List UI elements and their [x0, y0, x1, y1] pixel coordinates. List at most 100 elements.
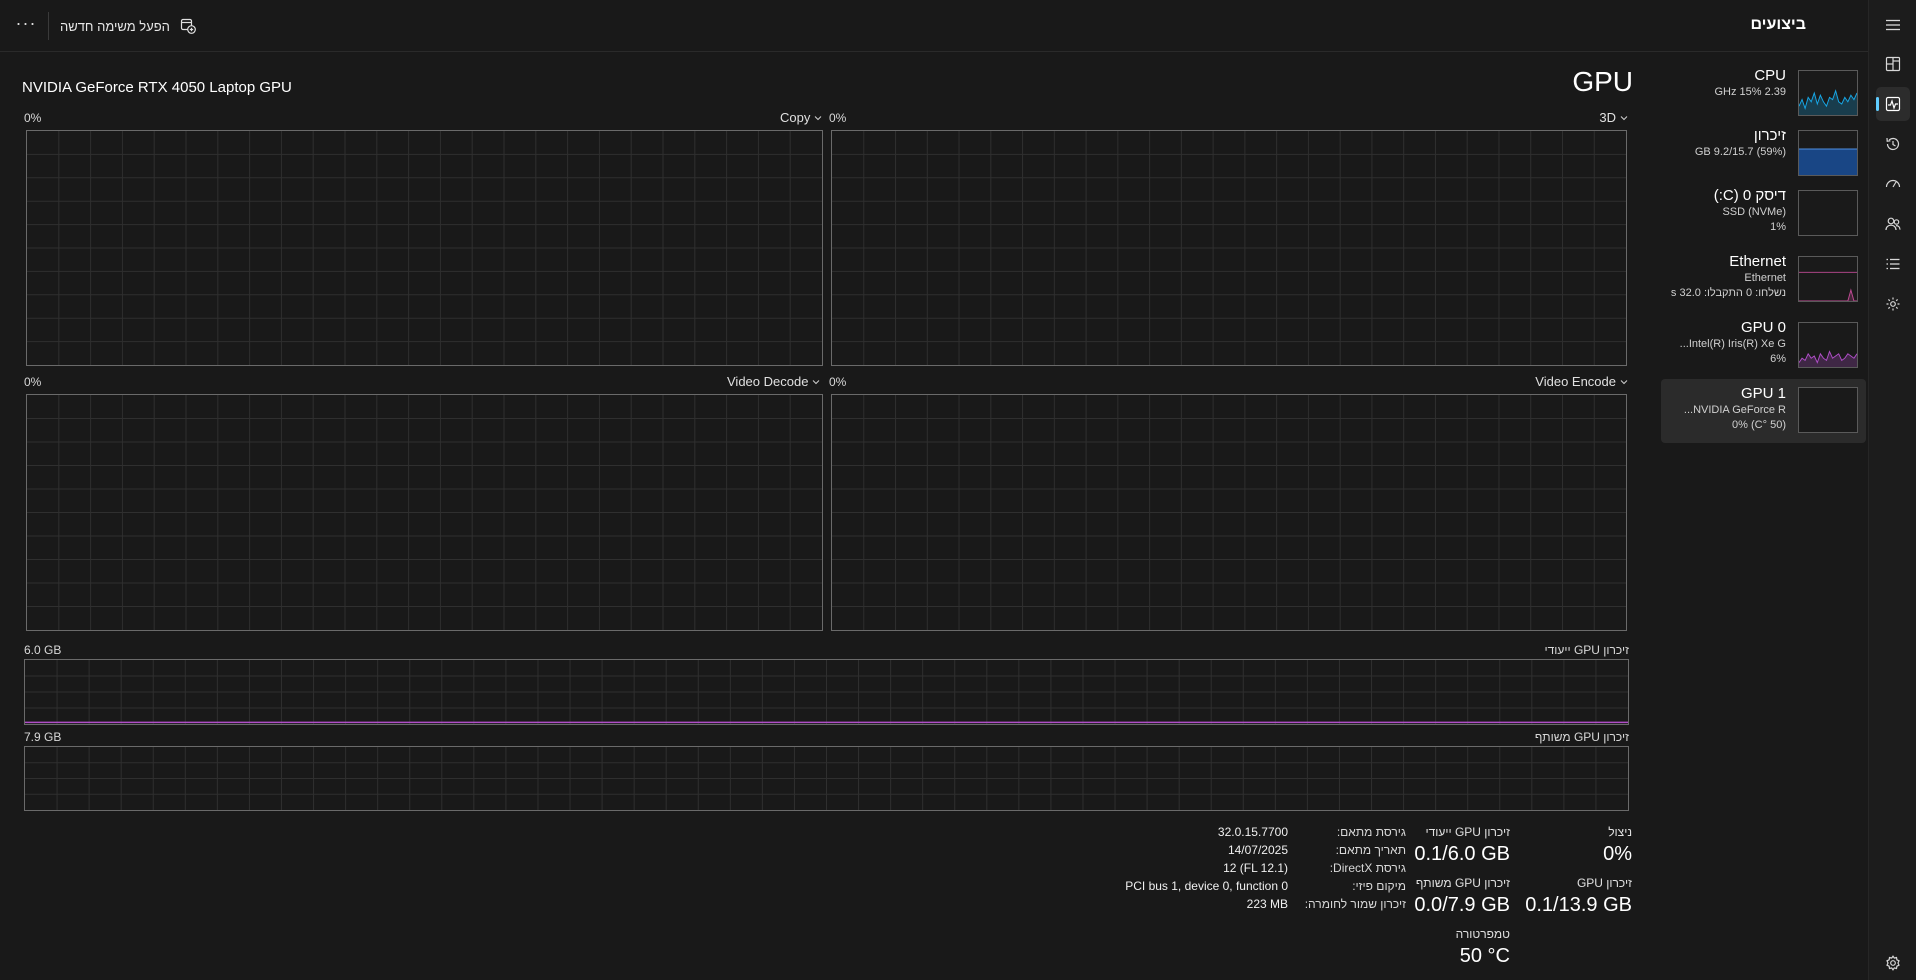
dedicated-memory-label: זיכרון GPU ייעודי	[1425, 825, 1511, 839]
gpu-memory-label: זיכרון GPU	[1576, 876, 1632, 890]
driver-date-label: תאריך מתאם:	[1335, 843, 1406, 857]
hardware-reserved-memory-label: זיכרון שמור לחומרה:	[1304, 897, 1406, 911]
run-new-task-button[interactable]: הפעל משימה חדשה	[60, 14, 196, 38]
active-indicator	[1876, 97, 1879, 111]
nav-settings[interactable]	[1876, 946, 1910, 980]
engine-copy-percent: 0%	[24, 111, 42, 125]
thumbnail-fill	[1799, 149, 1857, 175]
engine-copy-label: Copy	[780, 110, 811, 125]
device-item-memory[interactable]: זיכרון (59%) 9.2/15.7 GB	[1661, 125, 1866, 185]
engine-video-decode-percent: 0%	[24, 375, 42, 389]
device-item-ethernet[interactable]: Ethernet Ethernet נשלחו: 0 התקבלו: 32.0 …	[1661, 251, 1866, 311]
run-new-task-label: הפעל משימה חדשה	[60, 18, 170, 34]
dedicated-memory-max: 6.0 GB	[24, 643, 62, 657]
engine-video-encode-graph	[831, 394, 1627, 631]
dedicated-memory-graph-label: זיכרון GPU ייעודי	[1544, 643, 1630, 657]
run-task-icon	[180, 18, 196, 34]
users-icon	[1885, 217, 1901, 231]
driver-version-value: 32.0.15.7700	[1217, 825, 1288, 839]
gpu-memory-value: 0.1/13.9 GB	[1525, 894, 1632, 916]
chevron-down-icon	[1620, 115, 1628, 120]
engine-video-decode-graph	[26, 394, 823, 631]
engine-video-encode-percent: 0%	[829, 375, 847, 389]
device-item-gpu-0[interactable]: GPU 0 Intel(R) Iris(R) Xe G... 6%	[1661, 317, 1866, 377]
physical-location-label: מיקום פיזי:	[1352, 879, 1406, 893]
gpu-title: GPU	[1572, 66, 1633, 97]
engine-video-encode-label: Video Encode	[1535, 374, 1616, 389]
nav-users[interactable]	[1876, 207, 1910, 241]
chevron-down-icon	[1620, 379, 1628, 384]
engine-3d-percent: 0%	[829, 111, 847, 125]
driver-date-value: 14/07/2025	[1227, 843, 1288, 857]
shared-memory-graph	[24, 746, 1629, 811]
startup-icon	[1885, 179, 1901, 188]
engine-copy-graph	[26, 130, 823, 366]
nav-details[interactable]	[1876, 247, 1910, 281]
settings-icon	[1886, 955, 1900, 971]
details-icon	[1886, 258, 1900, 270]
shared-memory-label: זיכרון GPU משותף	[1415, 876, 1510, 890]
device-thumbnail	[1798, 70, 1858, 116]
nav-processes[interactable]	[1876, 47, 1910, 81]
physical-location-value: PCI bus 1, device 0, function 0	[1125, 879, 1288, 893]
services-icon	[1886, 297, 1900, 311]
command-bar: ··· הפעל משימה חדשה ביצועים	[0, 0, 1870, 52]
engine-3d-selector[interactable]: 3D	[1599, 110, 1628, 125]
device-item-gpu-1[interactable]: GPU 1 NVIDIA GeForce R... (50 °C) 0%	[1661, 379, 1866, 443]
directx-version-label: גירסת DirectX:	[1329, 861, 1406, 875]
nav-startup-apps[interactable]	[1876, 167, 1910, 201]
engine-3d-graph	[831, 130, 1627, 366]
device-thumbnail	[1798, 130, 1858, 176]
device-thumbnail	[1798, 256, 1858, 302]
device-name: CPU	[1754, 67, 1786, 84]
menu-icon	[1886, 19, 1900, 31]
device-usage: 1%	[1770, 221, 1786, 233]
hardware-reserved-memory-value: 223 MB	[1246, 897, 1288, 911]
device-thumbnail	[1798, 190, 1858, 236]
engine-video-decode-label: Video Decode	[727, 374, 809, 389]
device-usage: 6%	[1770, 353, 1786, 365]
engine-video-decode-selector[interactable]: Video Decode	[727, 374, 820, 389]
shared-memory-max: 7.9 GB	[24, 730, 62, 744]
chevron-down-icon	[813, 379, 820, 384]
device-subtitle: 2.39 GHz 15%	[1714, 86, 1786, 98]
more-options-button[interactable]: ···	[14, 14, 38, 38]
nav-hamburger-menu[interactable]	[1876, 8, 1910, 42]
driver-version-label: גירסת מתאם:	[1336, 825, 1406, 839]
engine-copy-selector[interactable]: Copy	[780, 110, 822, 125]
device-thumbnail	[1798, 322, 1858, 368]
device-throughput: נשלחו: 0 התקבלו: 32.0 s	[1670, 287, 1786, 299]
dedicated-memory-graph	[24, 659, 1629, 725]
device-subtitle: Ethernet	[1744, 272, 1786, 284]
temperature-value: 50 °C	[1459, 945, 1510, 967]
directx-version-value: 12 (FL 12.1)	[1223, 861, 1288, 875]
utilization-value: 0%	[1603, 843, 1632, 865]
dedicated-memory-value: 0.1/6.0 GB	[1414, 843, 1510, 865]
processes-icon	[1885, 56, 1901, 72]
nav-performance[interactable]	[1876, 87, 1910, 121]
chevron-down-icon	[815, 115, 822, 120]
device-item-cpu[interactable]: CPU 2.39 GHz 15%	[1661, 65, 1866, 125]
command-bar-separator	[48, 12, 49, 40]
page-title: ביצועים	[1750, 16, 1806, 33]
thumbnail-sparkline	[1799, 288, 1857, 301]
engine-3d-label: 3D	[1599, 110, 1616, 125]
navigation-rail	[1868, 0, 1916, 980]
gpu-model-name: NVIDIA GeForce RTX 4050 Laptop GPU	[22, 79, 292, 96]
device-name: GPU 0	[1740, 319, 1786, 336]
device-subtitle: SSD (NVMe)	[1722, 206, 1786, 218]
history-icon	[1886, 137, 1900, 151]
device-item-disk[interactable]: דיסק 0 (C:) SSD (NVMe) 1%	[1661, 185, 1866, 245]
device-subtitle: Intel(R) Iris(R) Xe G...	[1679, 338, 1786, 350]
engine-video-encode-selector[interactable]: Video Encode	[1535, 374, 1628, 389]
temperature-label: טמפרטורה	[1455, 927, 1510, 941]
shared-memory-graph-label: זיכרון GPU משותף	[1534, 730, 1629, 744]
nav-app-history[interactable]	[1876, 127, 1910, 161]
nav-services[interactable]	[1876, 287, 1910, 321]
device-name: GPU 1	[1740, 385, 1786, 402]
device-thumbnail	[1798, 387, 1858, 433]
utilization-label: ניצול	[1608, 825, 1632, 839]
device-usage: (50 °C) 0%	[1732, 419, 1786, 431]
device-subtitle: (59%) 9.2/15.7 GB	[1694, 146, 1786, 158]
device-name: Ethernet	[1729, 253, 1786, 270]
